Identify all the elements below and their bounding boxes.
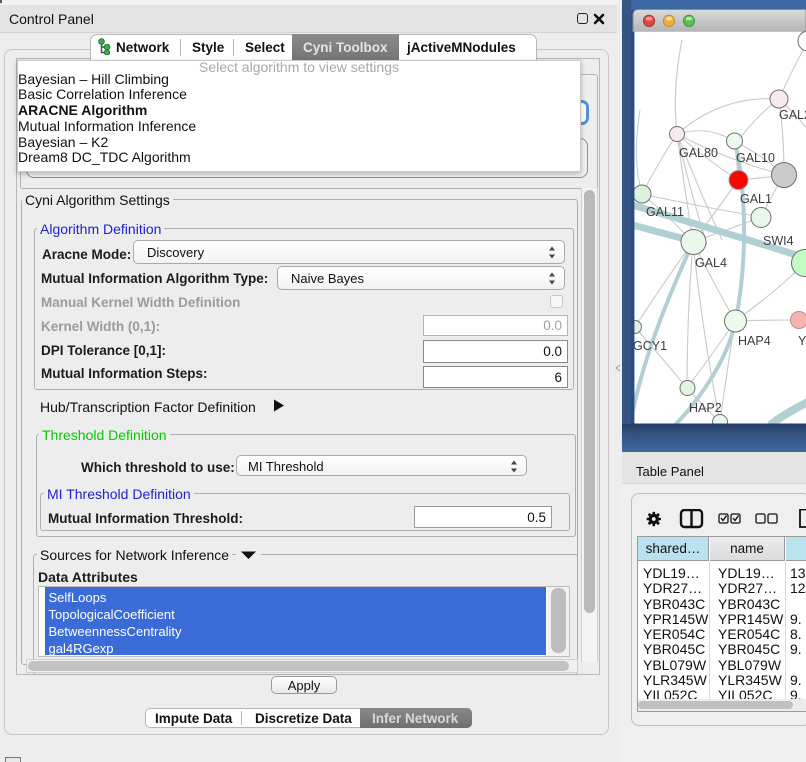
svg-text:GAL10: GAL10 — [736, 151, 775, 165]
svg-text:GAL1: GAL1 — [740, 192, 772, 206]
svg-text:Y: Y — [798, 334, 806, 348]
svg-text:GAL4: GAL4 — [695, 256, 727, 270]
svg-text:GAL2: GAL2 — [779, 108, 806, 122]
svg-text:GCY1: GCY1 — [633, 339, 667, 353]
svg-text:SWI4: SWI4 — [763, 234, 794, 248]
svg-text:GAL80: GAL80 — [679, 146, 718, 160]
svg-text:HAP4: HAP4 — [738, 334, 771, 348]
svg-text:GAL11: GAL11 — [646, 205, 684, 219]
svg-text:HAP2: HAP2 — [689, 401, 722, 415]
